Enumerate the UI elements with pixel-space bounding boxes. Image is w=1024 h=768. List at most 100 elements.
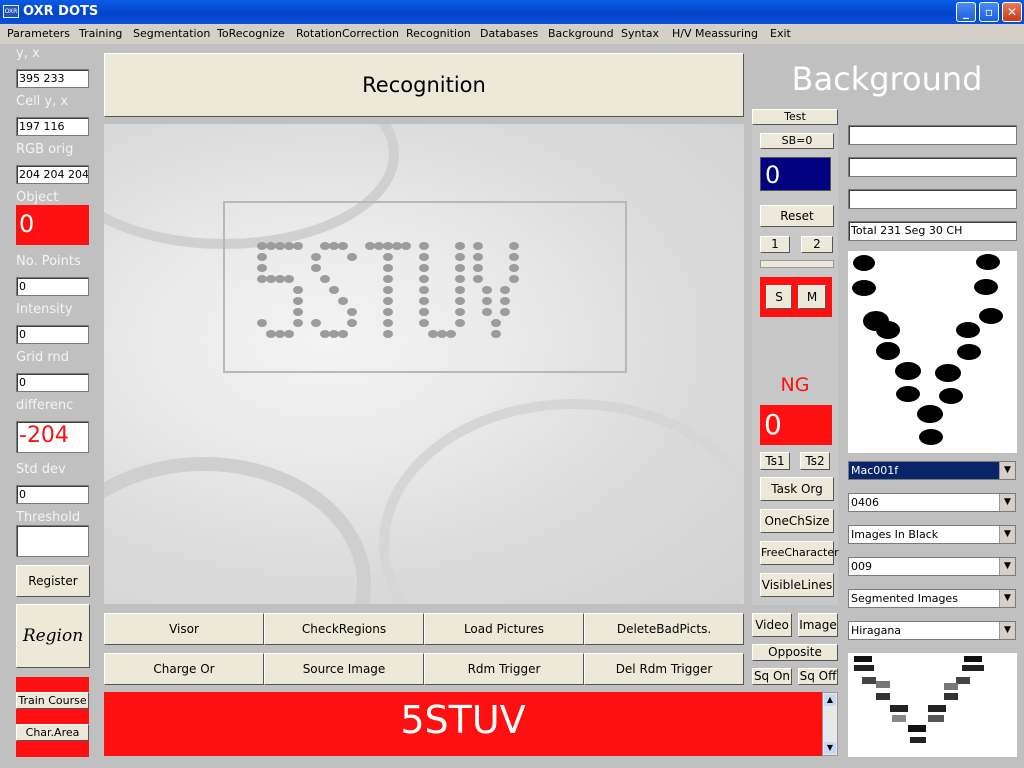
char-area-button[interactable]: Char.Area	[16, 724, 89, 741]
right-field-3[interactable]	[848, 189, 1017, 209]
minimize-button[interactable]: _	[956, 2, 976, 22]
test-button[interactable]: Test	[752, 109, 838, 125]
video-button[interactable]: Video	[752, 613, 792, 637]
character-dot	[428, 330, 438, 338]
chevron-down-icon[interactable]: ▼	[999, 462, 1015, 479]
sb-value: 0	[760, 157, 831, 191]
free-character-button[interactable]: FreeCharacter	[760, 541, 839, 565]
right-field-2[interactable]	[848, 157, 1017, 177]
load-pictures-button[interactable]: Load Pictures	[424, 613, 584, 645]
character-dot	[455, 264, 465, 272]
menu-exit[interactable]: Exit	[770, 27, 791, 40]
ts2-button[interactable]: Ts2	[800, 452, 830, 470]
cell-field[interactable]: 197 116	[16, 117, 89, 136]
rgb-field[interactable]: 204 204 204	[16, 165, 89, 184]
sq-off-button[interactable]: Sq Off	[798, 668, 838, 685]
select-code[interactable]: 0406 ▼	[848, 493, 1016, 512]
result-scrollbar[interactable]: ▲ ▼	[822, 692, 838, 756]
chevron-down-icon[interactable]: ▼	[999, 494, 1015, 511]
chevron-down-icon[interactable]: ▼	[999, 526, 1015, 543]
sb-button[interactable]: SB=0	[760, 133, 834, 149]
character-dot	[419, 308, 429, 316]
one-button[interactable]: 1	[760, 236, 790, 253]
character-dot	[383, 275, 393, 283]
reset-button[interactable]: Reset	[760, 205, 834, 227]
character-dot	[383, 242, 393, 250]
right-field-1[interactable]	[848, 125, 1017, 145]
character-dot	[482, 308, 492, 316]
chevron-down-icon[interactable]: ▼	[999, 558, 1015, 575]
character-dot	[284, 275, 294, 283]
total-field[interactable]: Total 231 Seg 30 CH	[848, 221, 1017, 241]
check-regions-button[interactable]: CheckRegions	[264, 613, 424, 645]
character-dot	[320, 242, 330, 250]
std-field[interactable]: 0	[16, 485, 89, 504]
s-button[interactable]: S	[766, 285, 792, 309]
app-icon: OXR	[3, 5, 19, 18]
close-button[interactable]: ✕	[1002, 2, 1022, 22]
two-button[interactable]: 2	[801, 236, 833, 253]
menu-training[interactable]: Training	[79, 27, 122, 40]
character-dot	[455, 297, 465, 305]
character-preview-image	[852, 254, 1003, 445]
menu-databases[interactable]: Databases	[480, 27, 538, 40]
task-org-button[interactable]: Task Org	[760, 477, 834, 501]
chevron-down-icon[interactable]: ▼	[999, 622, 1015, 639]
diff-field[interactable]: -204	[16, 421, 89, 453]
character-preview	[848, 251, 1017, 453]
character-dot	[365, 242, 375, 250]
select-image-mode[interactable]: Images In Black ▼	[848, 525, 1016, 544]
del-rdm-trigger-button[interactable]: Del Rdm Trigger	[584, 653, 744, 685]
register-button[interactable]: Register	[16, 565, 90, 597]
yx-field[interactable]: 395 233	[16, 69, 89, 88]
chevron-down-icon[interactable]: ▼	[999, 590, 1015, 607]
select-code-value: 0406	[851, 496, 879, 509]
menu-recognition[interactable]: Recognition	[406, 27, 471, 40]
image-button[interactable]: Image	[798, 613, 838, 637]
character-dot	[293, 242, 303, 250]
menu-torecognize[interactable]: ToRecognize	[217, 27, 285, 40]
character-dot	[473, 253, 483, 261]
grid-field[interactable]: 0	[16, 373, 89, 392]
one-ch-size-button[interactable]: OneChSize	[760, 509, 834, 533]
region-button[interactable]: Region	[16, 604, 90, 668]
visible-lines-button[interactable]: VisibleLines	[760, 573, 834, 597]
scroll-down-icon[interactable]: ▼	[824, 742, 836, 754]
points-field[interactable]: 0	[16, 277, 89, 296]
select-model[interactable]: Mac001f ▼	[848, 461, 1016, 480]
select-number[interactable]: 009 ▼	[848, 557, 1016, 576]
threshold-label: Threshold	[16, 510, 81, 525]
sq-on-button[interactable]: Sq On	[752, 668, 792, 685]
opposite-button[interactable]: Opposite	[752, 644, 838, 661]
select-charset[interactable]: Hiragana ▼	[848, 621, 1016, 640]
scroll-up-icon[interactable]: ▲	[824, 694, 836, 706]
visor-button[interactable]: Visor	[104, 613, 264, 645]
train-course-button[interactable]: Train Course	[16, 692, 89, 709]
intensity-field[interactable]: 0	[16, 325, 89, 344]
character-dot	[383, 264, 393, 272]
delete-bad-picts-button[interactable]: DeleteBadPicts.	[584, 613, 744, 645]
menu-hv-meassuring[interactable]: H/V Meassuring	[672, 27, 758, 40]
menu-segmentation[interactable]: Segmentation	[133, 27, 210, 40]
camera-image-viewer[interactable]	[104, 124, 744, 604]
source-image-button[interactable]: Source Image	[264, 653, 424, 685]
select-image-type[interactable]: Segmented Images ▼	[848, 589, 1016, 608]
threshold-field[interactable]	[16, 525, 89, 557]
character-dot	[419, 275, 429, 283]
menu-rotationcorrection[interactable]: RotationCorrection	[296, 27, 399, 40]
maximize-button[interactable]: ▫	[979, 2, 999, 22]
character-dot	[266, 242, 276, 250]
charge-or-button[interactable]: Charge Or	[104, 653, 264, 685]
character-dot	[455, 286, 465, 294]
recognition-header-button[interactable]: Recognition	[104, 53, 744, 117]
character-dot	[455, 253, 465, 261]
character-dot	[392, 242, 402, 250]
m-button[interactable]: M	[798, 285, 826, 309]
train-course-bar	[16, 677, 89, 692]
rdm-trigger-button[interactable]: Rdm Trigger	[424, 653, 584, 685]
character-dot	[257, 319, 267, 327]
ts1-button[interactable]: Ts1	[760, 452, 790, 470]
menu-parameters[interactable]: Parameters	[7, 27, 70, 40]
menu-syntax[interactable]: Syntax	[621, 27, 659, 40]
menu-background[interactable]: Background	[548, 27, 614, 40]
